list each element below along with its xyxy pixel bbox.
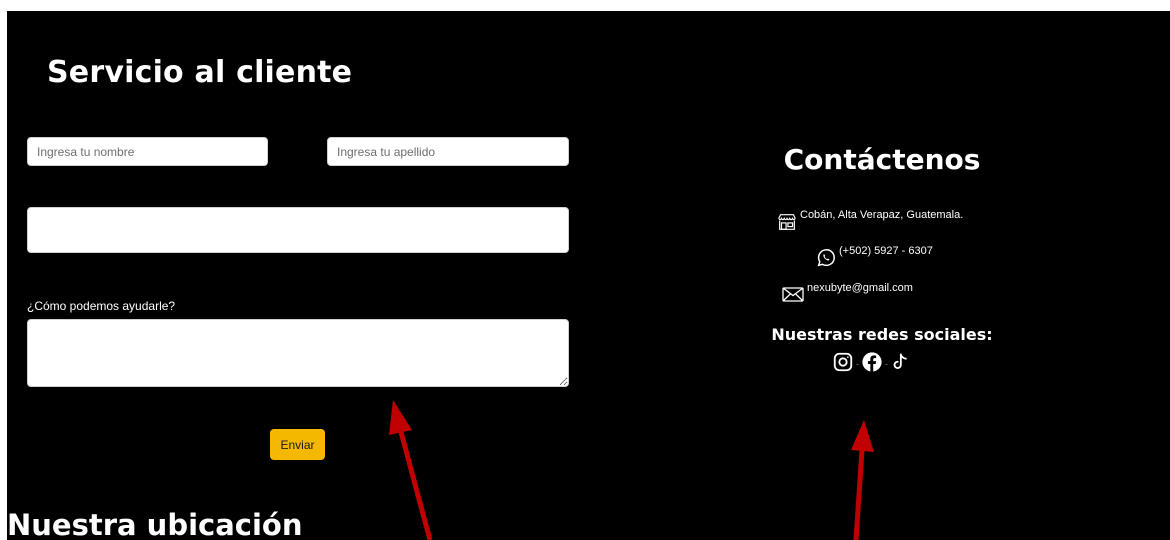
social-separator: - xyxy=(885,359,888,369)
page-title: Servicio al cliente xyxy=(47,55,353,90)
contact-title: Contáctenos xyxy=(783,143,981,176)
social-separator: - xyxy=(856,359,859,369)
last-name-input[interactable] xyxy=(327,137,569,166)
mail-icon xyxy=(781,284,805,304)
instagram-icon xyxy=(832,352,854,377)
contact-phone: (+502) 5927 - 6307 xyxy=(815,245,933,269)
first-name-input[interactable] xyxy=(27,137,268,166)
social-title: Nuestras redes sociales: xyxy=(771,325,993,344)
tiktok-icon xyxy=(890,353,910,377)
address-text: Cobán, Alta Verapaz, Guatemala. xyxy=(800,209,964,221)
phone-text: (+502) 5927 - 6307 xyxy=(839,245,933,257)
email-text: nexubyte@gmail.com xyxy=(807,282,913,294)
customer-service-page: Servicio al cliente ¿Cómo podemos ayudar… xyxy=(7,11,1170,540)
contact-email: nexubyte@gmail.com xyxy=(781,282,913,304)
instagram-link[interactable] xyxy=(832,351,854,378)
send-button[interactable]: Enviar xyxy=(270,429,325,460)
facebook-icon xyxy=(861,352,883,377)
contact-address: Cobán, Alta Verapaz, Guatemala. xyxy=(776,209,964,233)
social-links: - - xyxy=(832,351,910,378)
facebook-link[interactable] xyxy=(861,351,883,378)
whatsapp-icon xyxy=(815,247,837,269)
email-input[interactable] xyxy=(27,207,569,253)
location-title: Nuestra ubicación xyxy=(7,508,303,540)
message-textarea[interactable] xyxy=(27,319,569,387)
tiktok-link[interactable] xyxy=(890,351,910,378)
message-label: ¿Cómo podemos ayudarle? xyxy=(27,299,176,313)
store-icon xyxy=(776,211,798,233)
